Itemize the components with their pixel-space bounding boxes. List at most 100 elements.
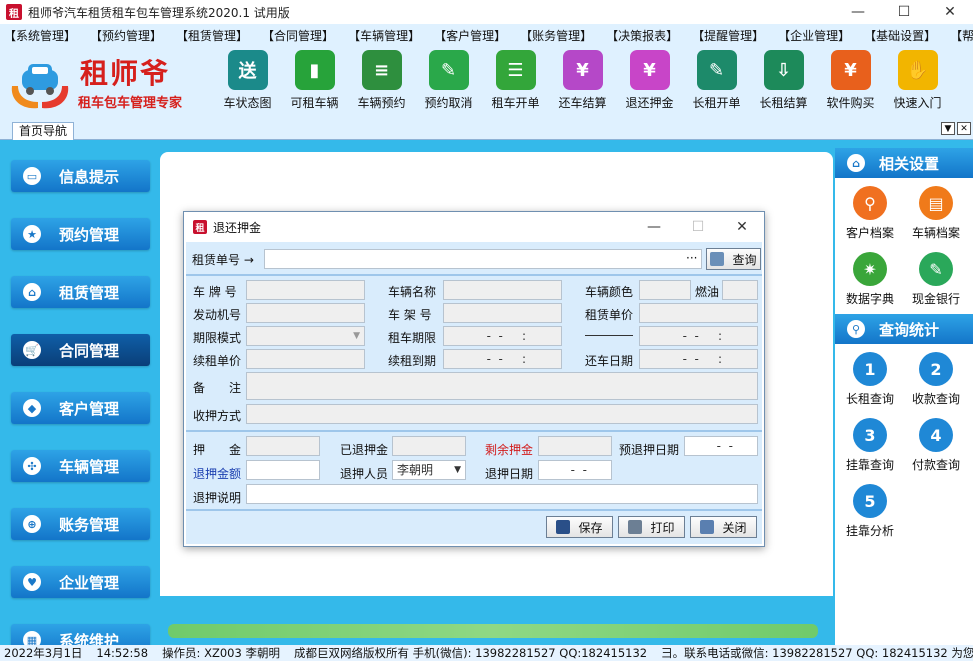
refund-note-label: 退押说明 <box>193 491 242 505</box>
refund-date-field[interactable]: - - <box>538 460 612 480</box>
document-list-icon: ≡ <box>361 50 402 90</box>
order-lookup-ellipsis[interactable]: ··· <box>686 251 697 265</box>
close-button[interactable]: ✕ <box>927 0 973 24</box>
order-number-input[interactable] <box>264 249 702 269</box>
hand-icon: ✋ <box>897 50 938 90</box>
nav-contract[interactable]: 🛒 合同管理 <box>11 334 150 366</box>
tool-long-rental-order[interactable]: ✎ 长租开单 <box>683 50 750 114</box>
app-logo-icon: 租 <box>6 4 22 20</box>
query-receipts[interactable]: 2 收款查询 <box>903 352 969 414</box>
nav-rental[interactable]: ⌂ 租赁管理 <box>11 276 150 308</box>
minimize-button[interactable]: — <box>835 0 881 24</box>
menu-reports[interactable]: 【决策报表】 <box>602 27 682 44</box>
menu-rental[interactable]: 【租赁管理】 <box>172 27 252 44</box>
plate-field <box>246 280 365 300</box>
item-label: 数据字典 <box>845 292 894 306</box>
settings-cash-bank[interactable]: ✎ 现金银行 <box>903 252 969 314</box>
period-mode-label: 期限模式 <box>193 331 242 345</box>
tool-car-reservation[interactable]: ≡ 车辆预约 <box>348 50 415 114</box>
delivery-truck-icon: 送 <box>227 50 268 90</box>
number-4-icon: 4 <box>919 418 953 452</box>
menu-reminders[interactable]: 【提醒管理】 <box>688 27 768 44</box>
car-name-label: 车辆名称 <box>388 285 437 299</box>
tool-exit[interactable]: 退 <box>951 50 973 114</box>
tool-refund-deposit[interactable]: ¥ 退还押金 <box>616 50 683 114</box>
nav-system-maintenance[interactable]: ▦ 系统维护 <box>11 624 150 645</box>
button-label: 打印 <box>650 520 675 535</box>
dialog-close-button[interactable]: ✕ <box>720 212 764 242</box>
fuel-field <box>722 280 758 300</box>
settings-data-dictionary[interactable]: ✷ 数据字典 <box>837 252 903 314</box>
query-payments[interactable]: 4 付款查询 <box>903 418 969 480</box>
menu-reservation[interactable]: 【预约管理】 <box>86 27 166 44</box>
tool-rental-order[interactable]: ☰ 租车开单 <box>482 50 549 114</box>
tool-return-settlement[interactable]: ¥ 还车结算 <box>549 50 616 114</box>
pay-method-field <box>246 404 758 424</box>
query-long-rental[interactable]: 1 长租查询 <box>837 352 903 414</box>
tool-available-cars[interactable]: ▮ 可租车辆 <box>281 50 348 114</box>
exit-door-icon <box>700 520 715 534</box>
tool-buy-software[interactable]: ¥ 软件购买 <box>817 50 884 114</box>
settings-customer-files[interactable]: ⚲ 客户档案 <box>837 186 903 248</box>
query-button[interactable]: 查询 <box>706 248 761 270</box>
renew-price-label: 续租单价 <box>193 354 242 368</box>
maximize-button[interactable]: ☐ <box>881 0 927 24</box>
tab-close-button[interactable]: ✕ <box>957 122 971 135</box>
renew-due-field: - - : <box>443 349 562 369</box>
tool-cancel-reservation[interactable]: ✎ 预约取消 <box>415 50 482 114</box>
nav-accounts[interactable]: ⊕ 账务管理 <box>11 508 150 540</box>
refund-note-input[interactable] <box>246 484 758 504</box>
save-button[interactable]: 保存 <box>546 516 613 538</box>
tab-dropdown-button[interactable]: ▼ <box>941 122 955 135</box>
floppy-disk-icon <box>556 520 571 534</box>
query-affiliation[interactable]: 3 挂靠查询 <box>837 418 903 480</box>
settings-vehicle-files[interactable]: ▤ 车辆档案 <box>903 186 969 248</box>
yen-download-icon: ¥ <box>629 50 670 90</box>
scan-download-icon: ⇩ <box>763 50 804 90</box>
steering-wheel-icon: ✣ <box>23 457 41 475</box>
folder-icon: ▮ <box>294 50 335 90</box>
item-label: 付款查询 <box>911 458 960 472</box>
rent-period-end-field: - - : <box>639 326 758 346</box>
tool-label: 退还押金 <box>625 96 674 110</box>
tab-home-navigation[interactable]: 首页导航 <box>12 122 75 140</box>
menu-system[interactable]: 【系统管理】 <box>0 27 80 44</box>
nav-enterprise[interactable]: ♥ 企业管理 <box>11 566 150 598</box>
nav-reservation[interactable]: ★ 预约管理 <box>11 218 150 250</box>
tool-label: 可租车辆 <box>290 96 339 110</box>
menu-basic-settings[interactable]: 【基础设置】 <box>860 27 940 44</box>
nav-info[interactable]: ▭ 信息提示 <box>11 160 150 192</box>
print-button[interactable]: 打印 <box>618 516 685 538</box>
remaining-field <box>538 436 612 456</box>
menu-vehicle[interactable]: 【车辆管理】 <box>344 27 424 44</box>
menu-contract[interactable]: 【合同管理】 <box>258 27 338 44</box>
dialog-minimize-button[interactable]: — <box>632 212 676 242</box>
status-copyright: 成都巨双网络版权所有 手机(微信): 13982281527 QQ:182415… <box>293 646 648 660</box>
nav-label: 信息提示 <box>59 167 120 186</box>
settings-grid: ⚲ 客户档案 ▤ 车辆档案 ✷ 数据字典 ✎ 现金银行 <box>835 178 973 314</box>
renew-price-field <box>246 349 365 369</box>
button-label: 保存 <box>578 520 603 535</box>
refund-person-select[interactable]: 李朝明 ▼ <box>392 460 466 480</box>
refund-amount-input[interactable] <box>246 460 320 480</box>
menu-accounts[interactable]: 【账务管理】 <box>516 27 596 44</box>
nav-vehicle[interactable]: ✣ 车辆管理 <box>11 450 150 482</box>
tool-quick-start[interactable]: ✋ 快速入门 <box>884 50 951 114</box>
engine-label: 发动机号 <box>193 308 242 322</box>
tool-long-rental-settlement[interactable]: ⇩ 长租结算 <box>750 50 817 114</box>
status-bar: 2022年3月1日 14:52:58 操作员: XZ003 李朝明 成都巨双网络版权所… <box>0 645 973 661</box>
search-doc-icon <box>710 252 725 266</box>
gear-icon: ✷ <box>853 252 887 286</box>
item-label: 客户档案 <box>845 226 894 240</box>
pre-refund-date-field[interactable]: - - <box>684 436 758 456</box>
refund-person-label: 退押人员 <box>340 467 389 481</box>
refund-amount-label: 退押金额 <box>193 467 242 481</box>
nav-customer[interactable]: ◆ 客户管理 <box>11 392 150 424</box>
close-dialog-button[interactable]: 关闭 <box>690 516 757 538</box>
pre-refund-date-label: 预退押日期 <box>619 443 680 457</box>
menu-help[interactable]: 【帮助中心】 <box>946 27 973 44</box>
query-affiliation-analysis[interactable]: 5 挂靠分析 <box>837 484 903 546</box>
menu-customer[interactable]: 【客户管理】 <box>430 27 510 44</box>
tool-car-status[interactable]: 送车状态图 <box>214 50 281 114</box>
menu-enterprise[interactable]: 【企业管理】 <box>774 27 854 44</box>
